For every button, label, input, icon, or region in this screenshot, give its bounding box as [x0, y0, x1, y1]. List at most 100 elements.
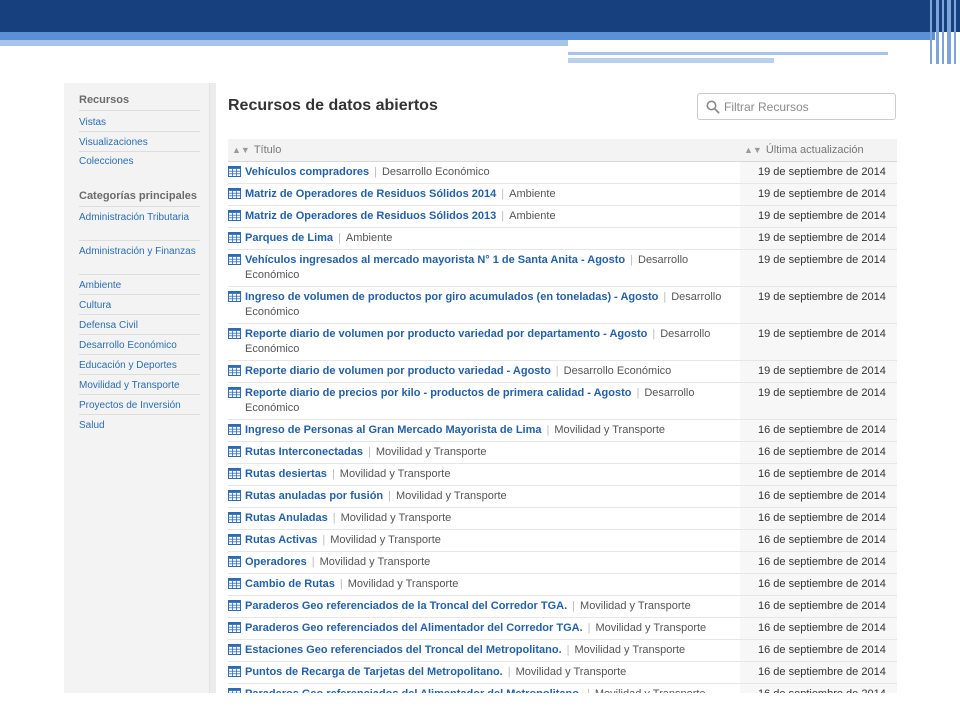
table-row: Cambio de Rutas | Movilidad y Transporte 16… — [228, 574, 897, 596]
dataset-grid-icon — [228, 578, 241, 589]
updated-date: 19 de septiembre de 2014 — [740, 206, 897, 227]
title-cell: Paraderos Geo referenciados de la Tronca… — [245, 596, 739, 617]
separator: | — [332, 512, 336, 524]
sidebar-item-colecciones[interactable]: Colecciones — [79, 155, 197, 169]
resource-category: Movilidad y Transporte — [339, 468, 451, 480]
resource-link[interactable]: Reporte diario de volumen por producto v… — [245, 328, 647, 340]
sidebar-item-cultura[interactable]: Cultura — [79, 299, 197, 313]
title-cell: Rutas anuladas por fusión | Movilidad y Tr… — [245, 486, 739, 507]
resource-category: Movilidad y Transporte — [396, 490, 507, 502]
resource-link[interactable]: Rutas Anuladas — [245, 512, 328, 524]
title-cell: Reporte diario de volumen por producto v… — [245, 361, 739, 382]
resource-category: Movilidad y Transporte — [375, 446, 487, 458]
sidebar-divider — [79, 314, 200, 315]
sidebar-item-visualizaciones[interactable]: Visualizaciones — [79, 136, 197, 150]
title-cell: Rutas Interconectadas | Movilidad y Transp… — [245, 442, 739, 463]
updated-date: 16 de septiembre de 2014 — [740, 618, 897, 639]
sidebar: Recursos Vistas Visualizaciones Coleccio… — [64, 83, 210, 693]
filter-resources-input[interactable] — [724, 97, 889, 116]
slide-deco-line — [936, 0, 939, 64]
resource-link[interactable]: Vehículos ingresados al mercado mayorist… — [245, 254, 625, 266]
search-icon — [706, 100, 720, 114]
dataset-grid-icon — [228, 232, 241, 243]
resource-category: Ambiente — [509, 188, 556, 200]
separator: | — [501, 188, 505, 200]
resource-link[interactable]: Matriz de Operadores de Residuos Sólidos… — [245, 188, 496, 200]
resource-link[interactable]: Paraderos Geo referenciados del Alimenta… — [245, 622, 583, 634]
resource-link[interactable]: Matriz de Operadores de Residuos Sólidos… — [245, 210, 496, 222]
updated-date: 16 de septiembre de 2014 — [740, 574, 897, 595]
column-header-title[interactable]: ▲▼ Título — [232, 144, 281, 156]
resource-link[interactable]: Reporte diario de volumen por producto v… — [245, 365, 551, 377]
resource-link[interactable]: Rutas Activas — [245, 534, 317, 546]
resource-link[interactable]: Cambio de Rutas — [245, 578, 335, 590]
dataset-grid-icon — [228, 600, 241, 611]
table-body: Vehículos compradores | Desarrollo Económi… — [228, 162, 897, 693]
sidebar-item-administracion-tributaria[interactable]: Administración Tributaria — [79, 211, 197, 225]
sidebar-heading-categorias: Categorías principales — [79, 190, 197, 202]
resource-link[interactable]: Rutas Interconectadas — [245, 446, 363, 458]
updated-date: 16 de septiembre de 2014 — [740, 420, 897, 441]
resource-link[interactable]: Reporte diario de precios por kilo - pro… — [245, 387, 632, 399]
resource-link[interactable]: Paraderos Geo referenciados del Alimenta… — [245, 688, 582, 693]
sidebar-item-proyectos-inversion[interactable]: Proyectos de Inversión — [79, 399, 197, 413]
separator: | — [652, 328, 656, 340]
sidebar-item-salud[interactable]: Salud — [79, 419, 197, 433]
resource-category: Movilidad y Transporte — [340, 512, 452, 524]
filter-box — [697, 93, 896, 120]
table-row: Ingreso de volumen de productos por giro… — [228, 287, 897, 324]
dataset-grid-icon — [228, 365, 241, 376]
updated-date: 16 de septiembre de 2014 — [740, 596, 897, 617]
sidebar-heading-recursos: Recursos — [79, 94, 130, 106]
resource-link[interactable]: Vehículos compradores — [245, 166, 369, 178]
dataset-grid-icon — [228, 556, 241, 567]
sidebar-item-defensa-civil[interactable]: Defensa Civil — [79, 319, 197, 333]
updated-date: 19 de septiembre de 2014 — [740, 228, 897, 249]
resource-link[interactable]: Rutas desiertas — [245, 468, 327, 480]
resource-category: Ambiente — [509, 210, 556, 222]
updated-date: 19 de septiembre de 2014 — [740, 324, 897, 360]
resource-link[interactable]: Estaciones Geo referenciados del Troncal… — [245, 644, 562, 656]
resource-link[interactable]: Puntos de Recarga de Tarjetas del Metrop… — [245, 666, 503, 678]
column-header-updated[interactable]: ▲▼ Última actualización — [744, 144, 864, 156]
sidebar-item-administracion-finanzas[interactable]: Administración y Finanzas — [79, 245, 197, 259]
sidebar-item-vistas[interactable]: Vistas — [79, 116, 197, 130]
resource-link[interactable]: Paraderos Geo referenciados de la Tronca… — [245, 600, 567, 612]
dataset-grid-icon — [228, 166, 241, 177]
sidebar-item-movilidad-transporte[interactable]: Movilidad y Transporte — [79, 379, 197, 393]
dataset-grid-icon — [228, 490, 241, 501]
sidebar-divider — [79, 334, 200, 335]
table-row: Reporte diario de volumen por producto v… — [228, 361, 897, 383]
resource-category: Movilidad y Transporte — [574, 644, 686, 656]
dataset-grid-icon — [228, 512, 241, 523]
updated-date: 16 de septiembre de 2014 — [740, 442, 897, 463]
main-content: Recursos de datos abiertos ▲▼Título ▲▼Úl… — [216, 83, 910, 693]
separator: | — [322, 534, 326, 546]
resource-link[interactable]: Parques de Lima — [245, 232, 333, 244]
table-row: Rutas Anuladas | Movilidad y Transporte 16 … — [228, 508, 897, 530]
table-row: Paraderos Geo referenciados del Alimenta… — [228, 618, 897, 640]
sidebar-item-educacion-deportes[interactable]: Educación y Deportes — [79, 359, 197, 373]
title-cell: Parques de Lima | Ambiente — [245, 228, 739, 249]
table-row: Matriz de Operadores de Residuos Sólidos… — [228, 206, 897, 228]
dataset-grid-icon — [228, 622, 241, 633]
resource-link[interactable]: Ingreso de volumen de productos por giro… — [245, 291, 658, 303]
slide-header-accent-line-2 — [568, 58, 774, 63]
resource-link[interactable]: Operadores — [245, 556, 307, 568]
title-cell: Paraderos Geo referenciados del Alimenta… — [245, 618, 739, 639]
sidebar-item-desarrollo-economico[interactable]: Desarrollo Económico — [79, 339, 197, 353]
resource-link[interactable]: Ingreso de Personas al Gran Mercado Mayo… — [245, 424, 542, 436]
separator: | — [663, 291, 667, 303]
sidebar-item-ambiente[interactable]: Ambiente — [79, 279, 197, 293]
resource-category: Movilidad y Transporte — [347, 578, 459, 590]
slide-header-accent — [0, 40, 568, 46]
slide-deco-line — [930, 0, 932, 64]
slide-deco-line — [954, 0, 956, 64]
dataset-grid-icon — [228, 424, 241, 435]
table-row: Paraderos Geo referenciados de la Tronca… — [228, 596, 897, 618]
resource-link[interactable]: Rutas anuladas por fusión — [245, 490, 383, 502]
table-row: Ingreso de Personas al Gran Mercado Mayo… — [228, 420, 897, 442]
slide-deco-line — [947, 0, 951, 64]
table-row: Rutas anuladas por fusión | Movilidad y Tr… — [228, 486, 897, 508]
table-row: Rutas Interconectadas | Movilidad y Transp… — [228, 442, 897, 464]
